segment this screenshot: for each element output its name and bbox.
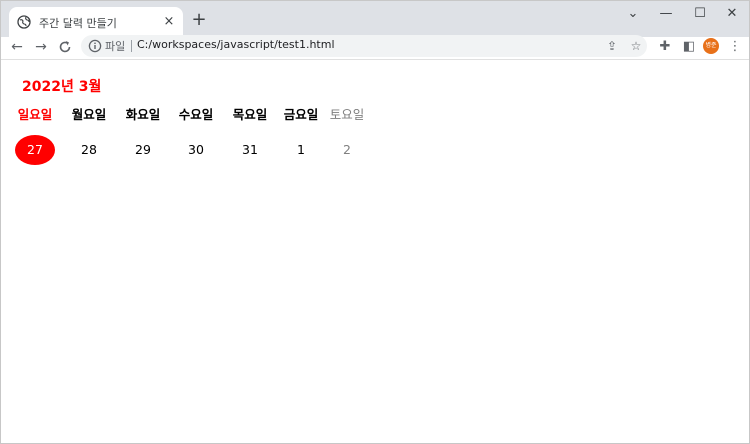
- tab-search-icon[interactable]: ⌄: [618, 5, 648, 23]
- reload-icon: [59, 41, 71, 53]
- address-divider: [131, 40, 132, 52]
- url-text[interactable]: C:/workspaces/javascript/test1.html: [137, 38, 335, 51]
- extensions-icon[interactable]: ✚: [655, 37, 675, 57]
- share-icon[interactable]: ⇪: [603, 37, 621, 55]
- toolbar-divider: [1, 59, 749, 60]
- date-cell[interactable]: 1: [281, 135, 321, 165]
- new-tab-button[interactable]: +: [189, 10, 209, 30]
- profile-avatar[interactable]: 병준: [703, 38, 719, 54]
- weekday-header-friday: 금요일: [283, 107, 319, 122]
- date-cell[interactable]: 31: [230, 135, 270, 165]
- back-button[interactable]: ←: [7, 37, 27, 57]
- date-cell-saturday[interactable]: 2: [327, 135, 367, 165]
- bookmark-star-icon[interactable]: ☆: [627, 37, 645, 55]
- close-window-button[interactable]: ✕: [717, 5, 747, 23]
- forward-button[interactable]: →: [31, 37, 51, 57]
- browser-window: 주간 달력 만들기 × + ⌄ — ☐ ✕ ← → 파일 C:/workspac…: [0, 0, 750, 444]
- weekday-header-tuesday: 화요일: [125, 107, 161, 122]
- menu-icon[interactable]: ⋮: [725, 37, 745, 57]
- weekday-header-monday: 월요일: [71, 107, 107, 122]
- weekday-header-sunday: 일요일: [17, 107, 53, 122]
- date-cell[interactable]: 28: [69, 135, 109, 165]
- tab-bar: 주간 달력 만들기 × + ⌄ — ☐ ✕: [1, 1, 749, 37]
- close-tab-icon[interactable]: ×: [161, 14, 177, 30]
- browser-tab[interactable]: 주간 달력 만들기 ×: [9, 7, 183, 37]
- maximize-button[interactable]: ☐: [685, 5, 715, 23]
- weekday-header-thursday: 목요일: [232, 107, 268, 122]
- weekday-header-saturday: 토요일: [329, 107, 365, 122]
- minimize-button[interactable]: —: [651, 5, 681, 23]
- reload-button[interactable]: [55, 37, 75, 57]
- weekday-header-wednesday: 수요일: [178, 107, 214, 122]
- side-panel-icon[interactable]: ◧: [679, 37, 699, 57]
- date-cell[interactable]: 30: [176, 135, 216, 165]
- date-cell-today[interactable]: 27: [15, 135, 55, 165]
- tab-title: 주간 달력 만들기: [39, 17, 117, 30]
- calendar-title: 2022년 3월: [22, 79, 102, 95]
- info-icon[interactable]: [88, 39, 102, 53]
- date-cell[interactable]: 29: [123, 135, 163, 165]
- file-label: 파일: [105, 40, 126, 53]
- address-bar[interactable]: 파일 C:/workspaces/javascript/test1.html ⇪…: [81, 35, 647, 57]
- globe-icon: [17, 15, 31, 29]
- page-content: 2022년 3월 일요일 월요일 화요일 수요일 목요일 금요일 토요일 27 …: [1, 61, 749, 443]
